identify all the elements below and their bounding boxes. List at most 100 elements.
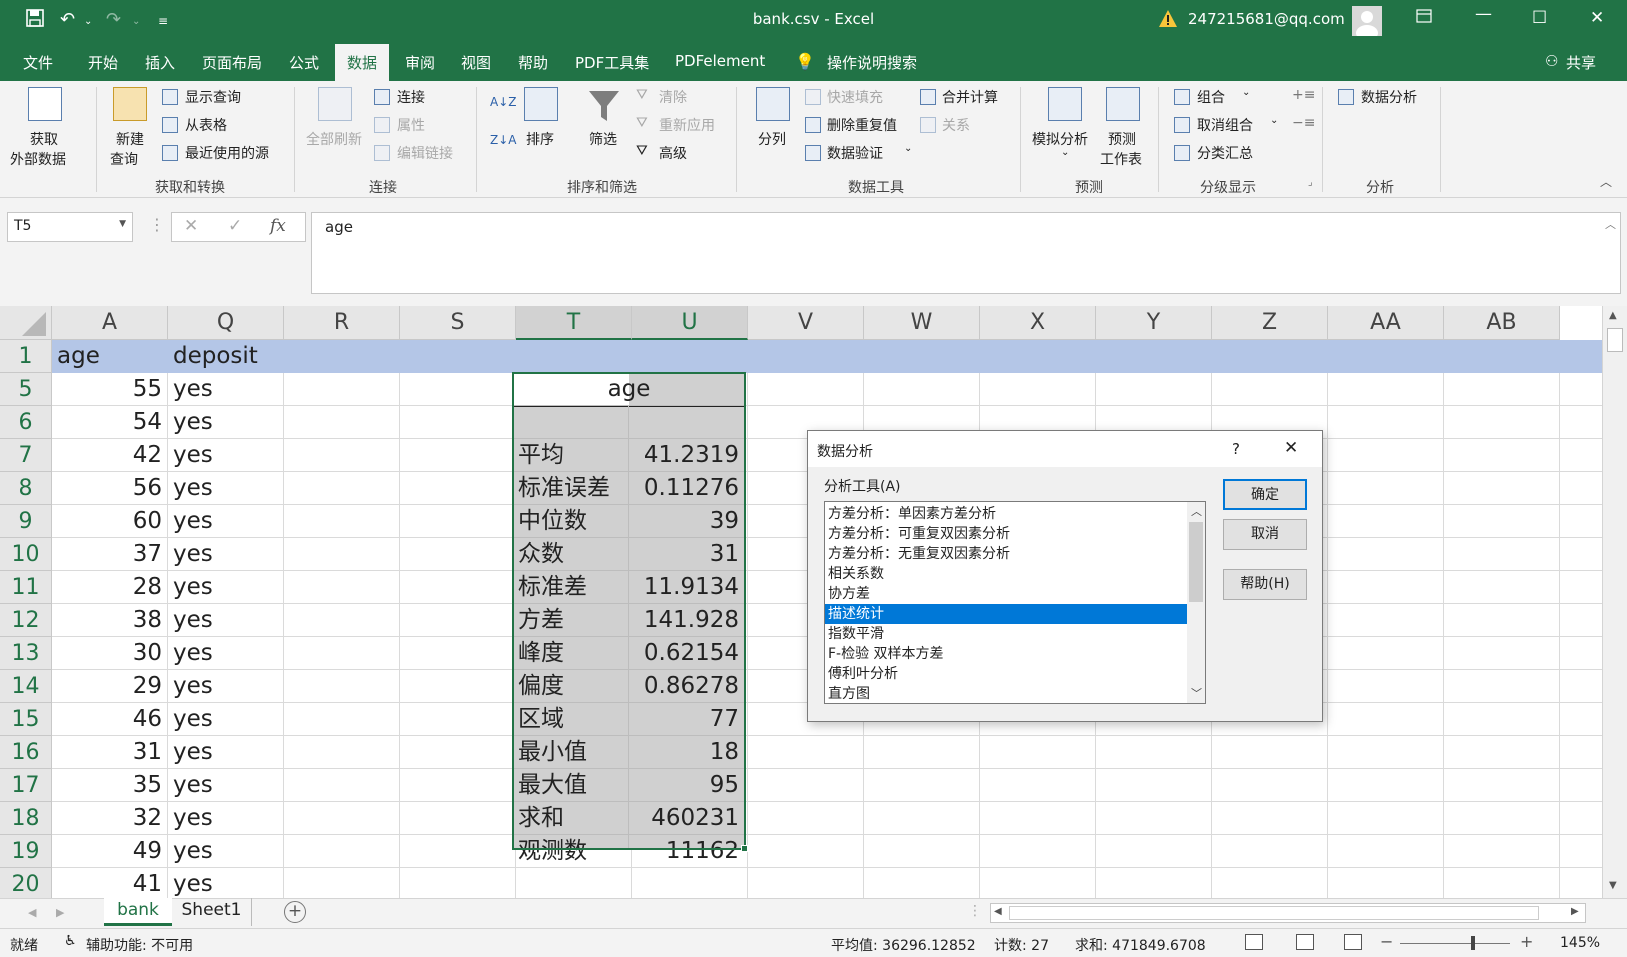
tab-insert[interactable]: 插入 [145,52,175,73]
column-header[interactable]: W [864,306,980,340]
filter-button[interactable]: 筛选 [589,129,617,149]
data-validation-button[interactable]: 数据验证 [827,143,883,163]
row-header[interactable]: 13 [0,637,52,670]
what-if-analysis-button[interactable]: 模拟分析 [1032,129,1088,149]
cell-deposit[interactable]: yes [168,703,284,736]
cell-age[interactable]: 28 [52,571,168,604]
chevron-down-icon[interactable]: ⌄ [904,143,912,154]
column-header[interactable]: Q [168,306,284,340]
tab-page-layout[interactable]: 页面布局 [202,52,262,73]
column-header[interactable]: R [284,306,400,340]
row-header[interactable]: 20 [0,868,52,898]
cell-q1[interactable]: deposit [168,340,284,373]
cell-deposit[interactable]: yes [168,736,284,769]
zoom-out-icon[interactable]: − [1380,932,1393,951]
row-header[interactable]: 5 [0,373,52,406]
cell-age[interactable]: 35 [52,769,168,802]
scroll-down-icon[interactable]: ▼ [1609,880,1617,891]
column-header[interactable]: A [52,306,168,340]
row-header[interactable]: 6 [0,406,52,439]
insert-function-icon[interactable]: fx [270,216,286,236]
from-table-button[interactable]: 从表格 [185,115,227,135]
text-to-columns-button[interactable]: 分列 [758,129,786,149]
tell-me-search[interactable]: 操作说明搜索 [827,52,917,73]
cell-deposit[interactable]: yes [168,604,284,637]
sort-descending-icon[interactable]: Z↓A [490,133,516,147]
cell-deposit[interactable]: yes [168,472,284,505]
data-analysis-button[interactable]: 数据分析 [1361,87,1417,107]
forecast-sheet-label-2[interactable]: 工作表 [1100,149,1142,169]
tool-list-item[interactable]: 描述统计 [825,604,1187,624]
share-icon[interactable]: ⚇ [1545,52,1558,70]
cell-deposit[interactable]: yes [168,802,284,835]
tool-list-item[interactable]: 相关系数 [825,564,1187,584]
worksheet-grid[interactable]: A Q R S T U V W X Y Z AA AB 1 age deposit 5 55 yes 6 54 y… [0,306,1602,898]
tab-data[interactable]: 数据 [335,44,390,81]
sort-button[interactable]: 排序 [526,129,554,149]
column-header[interactable]: X [980,306,1096,340]
tool-list-item[interactable]: 方差分析：无重复双因素分析 [825,544,1187,564]
column-header[interactable]: U [632,306,748,340]
cell-deposit[interactable]: yes [168,835,284,868]
collapse-ribbon-icon[interactable]: ︿ [1600,173,1612,190]
prev-sheet-icon[interactable]: ◀ [28,906,36,919]
cell-age[interactable]: 30 [52,637,168,670]
lightbulb-icon[interactable]: 💡 [795,52,815,71]
listbox-scrollbar[interactable]: ︿ ﹀ [1187,502,1205,703]
account-email[interactable]: 247215681@qq.com [1188,10,1345,28]
accessibility-icon[interactable]: ♿ [64,933,77,949]
horizontal-scrollbar[interactable]: ◀ ▶ [990,903,1586,923]
new-query-label-1[interactable]: 新建 [116,129,144,149]
listbox-scroll-thumb[interactable] [1189,522,1203,602]
sheet-tab-sheet1[interactable]: Sheet1 [172,898,252,926]
cell-age[interactable]: 46 [52,703,168,736]
status-sum[interactable]: 求和: 471849.6708 [1075,935,1206,955]
tab-home[interactable]: 开始 [88,52,118,73]
chevron-down-icon[interactable]: ﹀ [1191,685,1202,701]
cell-deposit[interactable]: yes [168,769,284,802]
normal-view-icon[interactable] [1245,934,1263,950]
clear-button[interactable]: 清除 [659,87,687,107]
row-header[interactable]: 8 [0,472,52,505]
tab-formulas[interactable]: 公式 [289,52,319,73]
reapply-button[interactable]: 重新应用 [659,115,715,135]
dialog-close-icon[interactable]: ✕ [1284,438,1298,458]
scroll-left-icon[interactable]: ◀ [994,906,1002,917]
group-button[interactable]: 组合 [1197,87,1225,107]
column-header[interactable]: S [400,306,516,340]
tab-pdfelement[interactable]: PDFelement [675,52,765,70]
column-header[interactable]: V [748,306,864,340]
zoom-slider[interactable] [1400,943,1510,944]
cell-age[interactable]: 55 [52,373,168,406]
tool-list-item[interactable]: 傅利叶分析 [825,664,1187,684]
status-accessibility[interactable]: 辅助功能: 不可用 [86,935,193,955]
cell-a1[interactable]: age [52,340,168,373]
cancel-button[interactable]: 取消 [1223,519,1307,550]
ribbon-display-options-icon[interactable] [1416,8,1432,28]
zoom-in-icon[interactable]: + [1520,932,1533,951]
properties-button[interactable]: 属性 [397,115,425,135]
cell-deposit[interactable]: yes [168,406,284,439]
cell-deposit[interactable]: yes [168,538,284,571]
row-header[interactable]: 14 [0,670,52,703]
column-header[interactable]: Z [1212,306,1328,340]
help-button[interactable]: 帮助(H) [1223,569,1307,600]
scroll-up-icon[interactable]: ▲ [1609,310,1617,321]
cancel-icon[interactable]: ✕ [184,216,198,236]
dialog-launcher-icon[interactable]: ⌟ [1308,177,1313,188]
cell-deposit[interactable]: yes [168,637,284,670]
sort-ascending-icon[interactable]: A↓Z [490,95,516,109]
edit-links-button[interactable]: 编辑链接 [397,143,453,163]
cell-deposit[interactable]: yes [168,670,284,703]
help-icon[interactable]: ? [1232,440,1240,458]
column-header[interactable]: Y [1096,306,1212,340]
fill-handle[interactable] [741,845,748,852]
cell-age[interactable]: 38 [52,604,168,637]
row-header[interactable]: 7 [0,439,52,472]
row-header[interactable]: 19 [0,835,52,868]
chevron-up-icon[interactable]: ︿ [1191,503,1202,519]
name-box[interactable]: T5 ▼ [7,212,133,242]
advanced-button[interactable]: 高级 [659,143,687,163]
tool-list-item[interactable]: 协方差 [825,584,1187,604]
show-queries-button[interactable]: 显示查询 [185,87,241,107]
